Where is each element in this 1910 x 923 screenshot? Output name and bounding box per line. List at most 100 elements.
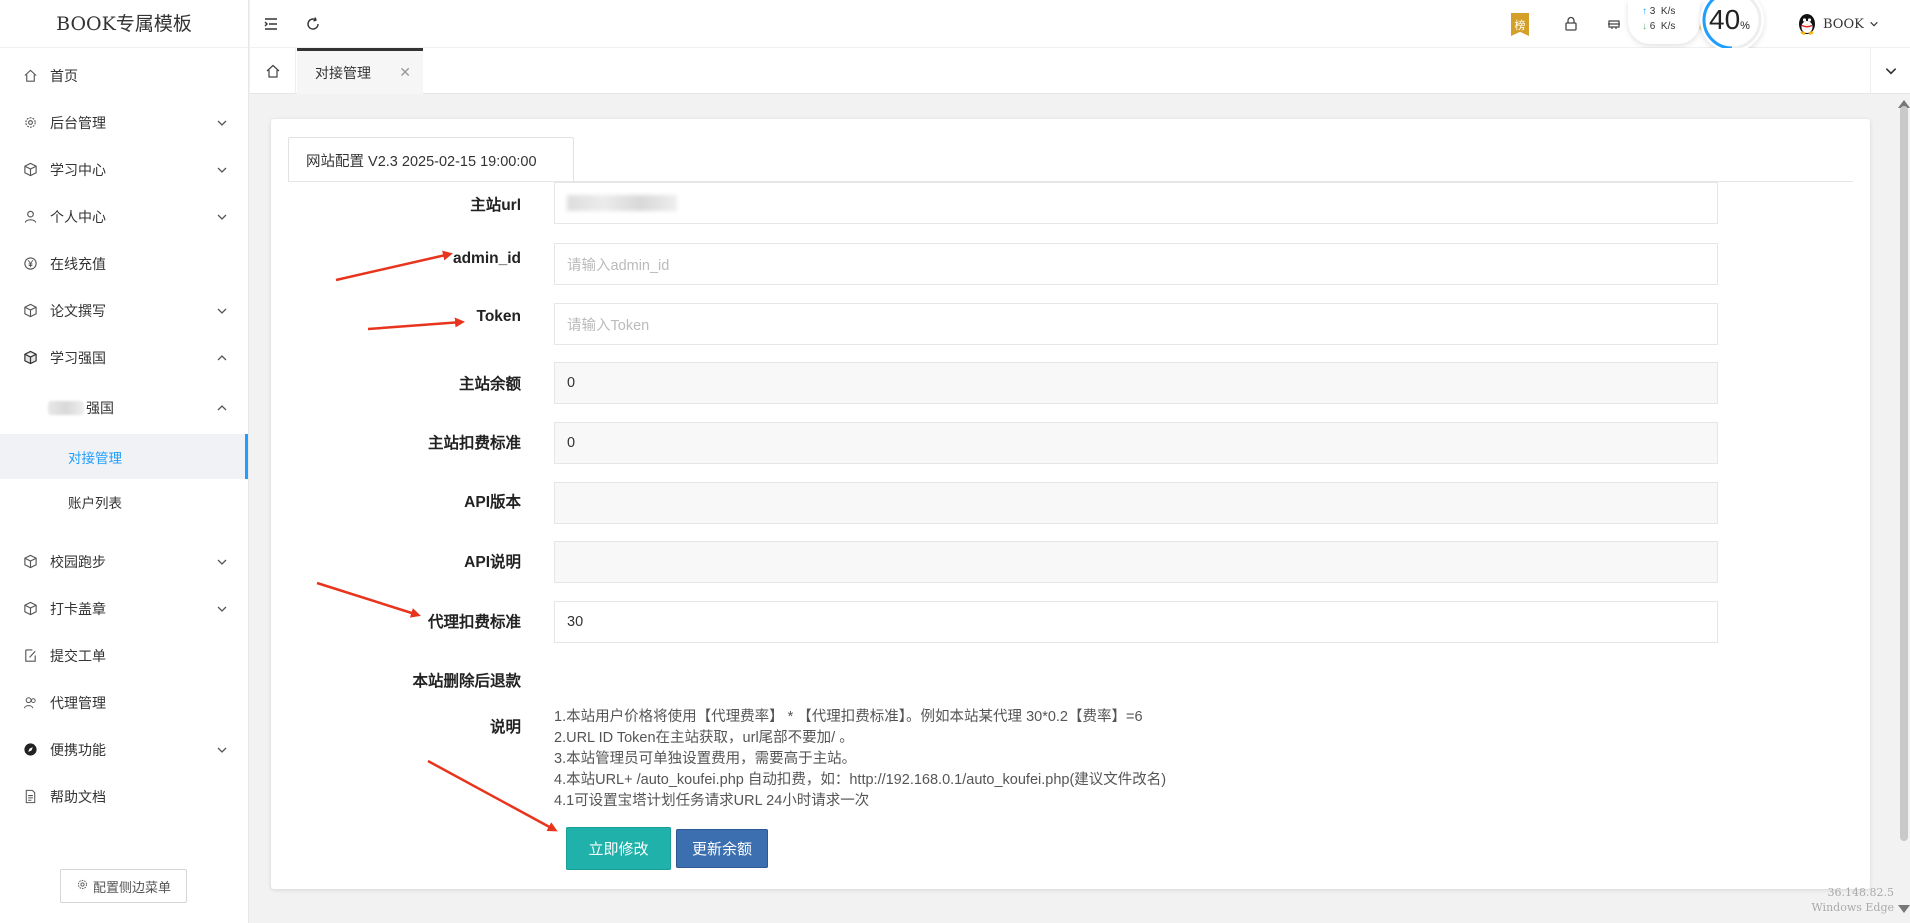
sidebar-item-study[interactable]: 学习中心 (0, 146, 248, 193)
sidebar-item-home[interactable]: 首页 (0, 52, 248, 99)
download-speed: 6 (1649, 21, 1656, 32)
field-label-main-balance: 主站余额 (458, 376, 521, 393)
sidebar-item-label: 代理管理 (50, 694, 106, 711)
sidebar-item-label: 强国 (86, 399, 114, 416)
agent-fee-input[interactable]: 30 (554, 601, 1718, 643)
sidebar-item-label: 打卡盖章 (50, 600, 106, 617)
main-url-input[interactable] (554, 182, 1718, 224)
users-icon (22, 695, 38, 711)
chevron-down-icon (217, 214, 227, 220)
cube-icon (22, 303, 38, 319)
field-label-api-desc: API说明 (464, 554, 521, 571)
api-version-field (554, 482, 1718, 524)
home-tab[interactable] (250, 48, 296, 94)
chevron-up-icon (217, 354, 227, 360)
sidebar-item-paper[interactable]: 论文撰写 (0, 287, 248, 334)
sidebar-subgroup-qiangguo[interactable]: 强国 (0, 381, 248, 434)
sidebar-item-checkin[interactable]: 打卡盖章 (0, 585, 248, 632)
tab-bar: 对接管理 ✕ (250, 48, 1910, 94)
lock-icon[interactable] (1562, 15, 1580, 33)
sidebar-item-recharge[interactable]: 在线充值 (0, 240, 248, 287)
sidebar-item-label: 校园跑步 (50, 553, 106, 570)
sidebar-item-label: 提交工单 (50, 647, 106, 664)
sidebar-item-label: 学习强国 (50, 349, 106, 366)
note-line: 2.URL ID Token在主站获取，url尾部不要加/ 。 (554, 730, 854, 746)
field-label-token: Token (476, 308, 522, 325)
chevron-up-icon (217, 404, 227, 410)
sidebar-item-accounts[interactable]: 账户列表 (0, 479, 248, 524)
gear-icon (22, 115, 38, 131)
sidebar-item-label: 对接管理 (68, 450, 122, 466)
gear-icon (76, 878, 89, 894)
sidebar-item-xuexi[interactable]: 学习强国 (0, 334, 248, 381)
upload-arrow-icon: ↑ (1642, 6, 1647, 17)
scroll-down-arrow[interactable] (1898, 905, 1910, 913)
sidebar-item-label: 账户列表 (68, 495, 122, 511)
sidebar-item-label: 帮助文档 (50, 788, 106, 805)
gauge-unit: % (1740, 20, 1750, 32)
configure-sidebar-button[interactable]: 配置侧边菜单 (60, 869, 187, 903)
chevron-down-icon (217, 559, 227, 565)
tab-label: 对接管理 (315, 64, 371, 81)
tab-site-config[interactable]: 网站配置 V2.3 2025-02-15 19:00:00 (288, 137, 574, 182)
redacted-text (48, 400, 84, 415)
sidebar-item-agents[interactable]: 代理管理 (0, 679, 248, 726)
sidebar-item-label: 便携功能 (50, 741, 106, 758)
sidebar-item-admin[interactable]: 后台管理 (0, 99, 248, 146)
refresh-icon[interactable] (304, 15, 322, 33)
sidebar-item-ticket[interactable]: 提交工单 (0, 632, 248, 679)
watermark-browser: Windows Edge (1811, 901, 1894, 914)
field-label-agent-fee: 代理扣费标准 (427, 614, 521, 631)
yen-icon (22, 256, 38, 272)
sidebar-item-portable[interactable]: 便携功能 (0, 726, 248, 773)
notes-text: 1.本站用户价格将使用【代理费率】 * 【代理扣费标准】。例如本站某代理 30*… (554, 707, 1166, 812)
note-line: 4.本站URL+ /auto_koufei.php 自动扣费，如：http://… (554, 772, 1167, 788)
home-icon (266, 64, 279, 78)
field-label-api-version: API版本 (464, 494, 521, 511)
doc-icon (22, 789, 38, 805)
tab-more-button[interactable] (1870, 48, 1910, 94)
field-label-notes: 说明 (489, 719, 521, 736)
cube-icon (22, 162, 38, 178)
edit-icon (22, 648, 38, 664)
redacted-url (567, 195, 677, 211)
tab-docking[interactable]: 对接管理 ✕ (297, 48, 423, 94)
close-icon[interactable]: ✕ (399, 64, 411, 81)
ip-watermark: 36.148.82.5 Windows Edge (1811, 885, 1894, 915)
chevron-down-icon (217, 167, 227, 173)
token-input[interactable]: 请输入Token (554, 303, 1718, 345)
field-label-admin-id: admin_id (452, 250, 521, 267)
sidebar-item-running[interactable]: 校园跑步 (0, 538, 248, 585)
sidebar-item-label: 学习中心 (50, 161, 106, 178)
cube-icon (22, 554, 38, 570)
home-icon (22, 68, 38, 84)
sidebar-item-profile[interactable]: 个人中心 (0, 193, 248, 240)
theme-icon[interactable] (1605, 15, 1623, 33)
compass-icon (22, 742, 38, 758)
user-menu[interactable]: BOOK (1796, 12, 1879, 36)
note-line: 1.本站用户价格将使用【代理费率】 * 【代理扣费标准】。例如本站某代理 30*… (554, 709, 1143, 725)
submit-button[interactable]: 立即修改 (566, 827, 671, 870)
network-speed-widget: ↑ 3 K/s ↓ 6 K/s (1628, 0, 1700, 44)
api-desc-field (554, 541, 1718, 583)
sidebar-item-docking[interactable]: 对接管理 (0, 434, 248, 479)
upload-speed: 3 (1649, 6, 1656, 17)
update-balance-button[interactable]: 更新余额 (676, 829, 768, 868)
app-logo[interactable]: BOOK专属模板 (0, 0, 248, 48)
gauge-value: 40 (1709, 4, 1741, 35)
admin-id-input[interactable]: 请输入admin_id (554, 243, 1718, 285)
username: BOOK (1823, 16, 1864, 32)
user-icon (22, 209, 38, 225)
note-line: 3.本站管理员可单独设置费用，需要高于主站。 (554, 751, 857, 767)
configure-sidebar-label: 配置侧边菜单 (92, 879, 171, 895)
rank-badge[interactable]: 榜 (1511, 13, 1529, 36)
chevron-down-icon (217, 606, 227, 612)
sidebar-item-label: 在线充值 (50, 255, 106, 272)
avatar (1799, 14, 1815, 36)
menu-fold-icon[interactable] (262, 15, 280, 33)
sidebar-item-help[interactable]: 帮助文档 (0, 773, 248, 820)
watermark-ip: 36.148.82.5 (1827, 886, 1894, 899)
download-arrow-icon: ↓ (1642, 21, 1647, 32)
sidebar-item-label: 首页 (50, 67, 78, 84)
scrollbar[interactable] (1900, 106, 1908, 841)
